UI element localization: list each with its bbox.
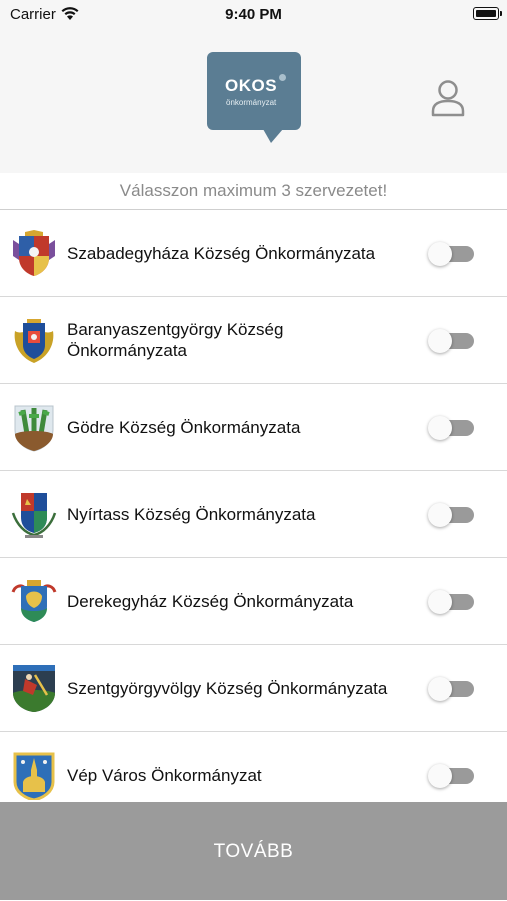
user-profile-icon[interactable] (430, 78, 466, 123)
szentgyorgyvolgy-crest-icon (11, 665, 57, 713)
next-button[interactable]: TOVÁBB (0, 802, 507, 900)
logo-subtitle: önkormányzat (226, 98, 277, 107)
logo-dot (279, 74, 286, 81)
status-bar: Carrier 9:40 PM (0, 0, 507, 30)
logo-bubble-tail (263, 129, 283, 143)
battery-icon (473, 7, 502, 20)
szabadegyhaza-crest-icon (11, 230, 57, 278)
organization-name: Derekegyház Község Önkormányzata (67, 591, 354, 611)
godre-crest-icon (11, 404, 57, 452)
organization-toggle[interactable] (428, 329, 474, 353)
toggle-thumb (428, 416, 452, 440)
instruction-text: Válasszon maximum 3 szervezetet! (0, 173, 507, 210)
organization-name: Vép Város Önkormányzat (67, 765, 262, 785)
list-item[interactable]: Derekegyház Község Önkormányzata (0, 558, 507, 645)
status-time: 9:40 PM (225, 6, 282, 23)
toggle-thumb (428, 329, 452, 353)
list-item[interactable]: Nyírtass Község Önkormányzata (0, 471, 507, 558)
organization-toggle[interactable] (428, 503, 474, 527)
header: OKOS önkormányzat (0, 30, 507, 174)
list-item[interactable]: Gödre Község Önkormányzata (0, 384, 507, 471)
organization-toggle[interactable] (428, 764, 474, 788)
organization-list: Szabadegyháza Község Önkormányzata Baran… (0, 210, 507, 802)
organization-toggle[interactable] (428, 416, 474, 440)
organization-name: Nyírtass Község Önkormányzata (67, 504, 316, 524)
list-item[interactable]: Szentgyörgyvölgy Község Önkormányzata (0, 645, 507, 732)
list-item[interactable]: Baranyaszentgyörgy Község Önkormányzata (0, 297, 507, 384)
toggle-thumb (428, 764, 452, 788)
toggle-thumb (428, 590, 452, 614)
list-item[interactable]: Vép Város Önkormányzat (0, 732, 507, 802)
baranyaszentgyorgy-crest-icon (11, 317, 57, 365)
organization-name: Szabadegyháza Község Önkormányzata (67, 243, 376, 263)
okos-logo: OKOS önkormányzat (205, 50, 305, 150)
organization-name: Baranyaszentgyörgy Község Önkormányzata (67, 320, 284, 360)
organization-toggle[interactable] (428, 242, 474, 266)
nyirtass-crest-icon (11, 491, 57, 539)
organization-name: Gödre Község Önkormányzata (67, 417, 301, 437)
logo-title: OKOS (225, 76, 278, 95)
organization-toggle[interactable] (428, 677, 474, 701)
organization-name: Szentgyörgyvölgy Község Önkormányzata (67, 678, 388, 698)
vep-crest-icon (11, 752, 57, 802)
derekegyhaz-crest-icon (11, 578, 57, 626)
organization-toggle[interactable] (428, 590, 474, 614)
toggle-thumb (428, 503, 452, 527)
toggle-thumb (428, 677, 452, 701)
list-item[interactable]: Szabadegyháza Község Önkormányzata (0, 210, 507, 297)
toggle-thumb (428, 242, 452, 266)
